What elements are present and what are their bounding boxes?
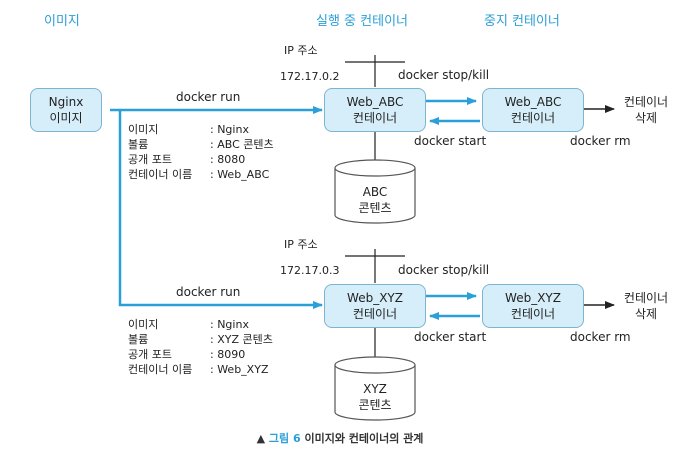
docker-rm-label-bottom: docker rm (570, 330, 631, 344)
volume-bottom-line2: 콘텐츠 (358, 398, 392, 412)
running-box-top-line1: Web_ABC (346, 95, 404, 109)
docker-stop-label-bottom: docker stop/kill (398, 263, 490, 277)
info-row: 공개 포트 : 8090 (128, 347, 273, 362)
container-info-bottom: 이미지 : Nginx 볼륨 : XYZ 콘텐츠 공개 포트 : 8090 컨테이너 … (128, 317, 273, 377)
info-row: 이미지 : Nginx (128, 317, 273, 332)
running-box-bottom-line1: Web_XYZ (347, 291, 403, 305)
header-image: 이미지 (44, 14, 80, 29)
caption-figure-number: 그림 6 (268, 432, 301, 445)
ip-value-top: 172.17.0.2 (280, 70, 340, 83)
volume-top-line2: 콘텐츠 (358, 201, 392, 215)
ip-label-top: IP 주소 (284, 44, 318, 57)
info-value: : Web_XYZ (210, 363, 269, 376)
delete-container-top: 컨테이너 삭제 (620, 94, 672, 126)
info-row: 이미지 : Nginx (128, 122, 274, 137)
info-value: : ABC 콘텐츠 (210, 138, 274, 151)
info-key: 공개 포트 (128, 348, 172, 361)
running-box-top-line2: 컨테이너 (352, 111, 398, 125)
volume-bottom-line1: XYZ (363, 382, 387, 396)
web-abc-stopped-box: Web_ABC 컨테이너 (482, 88, 584, 132)
info-row: 공개 포트 : 8080 (128, 152, 274, 167)
info-value: : Web_ABC (210, 168, 270, 181)
volume-label-top: ABC 콘텐츠 (335, 184, 415, 216)
info-row: 컨테이너 이름 : Web_XYZ (128, 362, 273, 377)
info-row: 컨테이너 이름 : Web_ABC (128, 167, 274, 182)
delete-top-line2: 삭제 (634, 111, 658, 125)
volume-label-bottom: XYZ 콘텐츠 (335, 381, 415, 413)
info-value: : XYZ 콘텐츠 (210, 333, 273, 346)
info-key: 이미지 (128, 318, 159, 331)
info-value: : 8090 (210, 348, 246, 361)
info-key: 컨테이너 이름 (128, 363, 193, 376)
caption-text: 이미지와 컨테이너의 관계 (304, 432, 424, 445)
nginx-image-box: Nginx 이미지 (30, 88, 102, 132)
web-xyz-running-box: Web_XYZ 컨테이너 (324, 284, 426, 328)
delete-top-line1: 컨테이너 (623, 95, 669, 109)
header-stopped: 중지 컨테이너 (484, 14, 560, 29)
docker-stop-label-top: docker stop/kill (398, 68, 490, 82)
docker-run-label-bottom: docker run (176, 285, 241, 299)
info-value: : Nginx (210, 123, 249, 136)
delete-bottom-line2: 삭제 (634, 307, 658, 321)
info-row: 볼륨 : ABC 콘텐츠 (128, 137, 274, 152)
info-key: 이미지 (128, 123, 159, 136)
info-value: : Nginx (210, 318, 249, 331)
volume-top-line1: ABC (362, 185, 388, 199)
info-row: 볼륨 : XYZ 콘텐츠 (128, 332, 273, 347)
stopped-box-top-line2: 컨테이너 (510, 111, 556, 125)
docker-start-label-top: docker start (414, 134, 487, 148)
container-info-top: 이미지 : Nginx 볼륨 : ABC 콘텐츠 공개 포트 : 8080 컨테이너 … (128, 122, 274, 182)
ip-label-bottom: IP 주소 (284, 238, 318, 251)
delete-container-bottom: 컨테이너 삭제 (620, 290, 672, 322)
ip-value-bottom: 172.17.0.3 (280, 264, 340, 277)
web-xyz-stopped-box: Web_XYZ 컨테이너 (482, 284, 584, 328)
info-key: 공개 포트 (128, 153, 172, 166)
stopped-box-bottom-line2: 컨테이너 (510, 307, 556, 321)
docker-rm-label-top: docker rm (570, 134, 631, 148)
caption-marker-icon: ▲ (256, 432, 266, 445)
image-box-line1: Nginx (48, 95, 84, 109)
image-box-line2: 이미지 (49, 111, 83, 125)
web-abc-running-box: Web_ABC 컨테이너 (324, 88, 426, 132)
info-value: : 8080 (210, 153, 246, 166)
docker-start-label-bottom: docker start (414, 330, 487, 344)
info-key: 볼륨 (128, 138, 149, 151)
info-key: 컨테이너 이름 (128, 168, 193, 181)
docker-run-label-top: docker run (176, 90, 241, 104)
header-running: 실행 중 컨테이너 (316, 14, 408, 29)
delete-bottom-line1: 컨테이너 (623, 291, 669, 305)
info-key: 볼륨 (128, 333, 149, 346)
stopped-box-bottom-line1: Web_XYZ (505, 291, 561, 305)
stopped-box-top-line1: Web_ABC (504, 95, 562, 109)
running-box-bottom-line2: 컨테이너 (352, 307, 398, 321)
figure-caption: ▲ 그림 6 이미지와 컨테이너의 관계 (0, 430, 680, 446)
